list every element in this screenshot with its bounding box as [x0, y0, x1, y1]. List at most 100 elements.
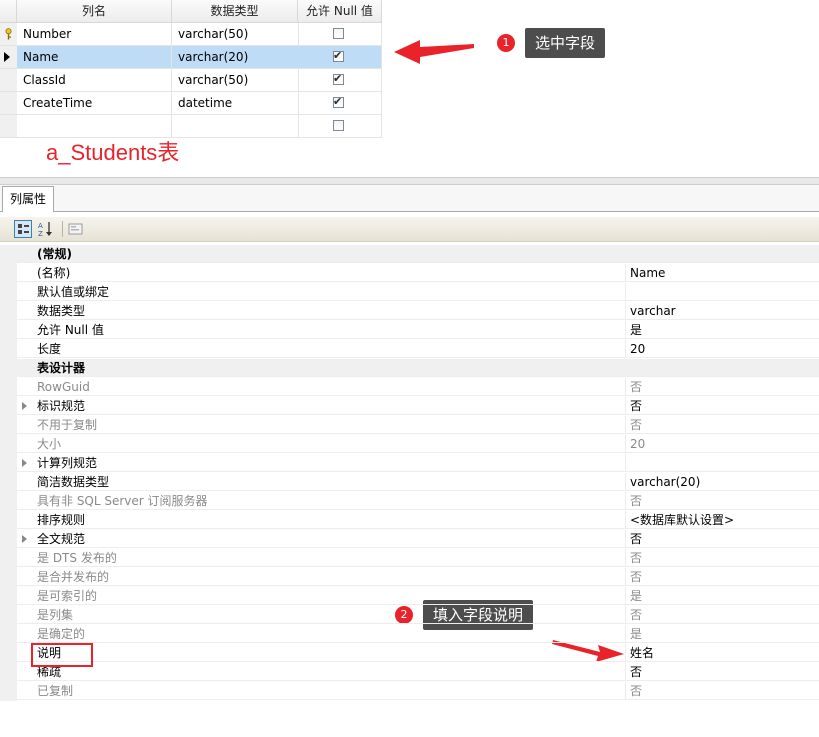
property-value[interactable]: <数据库默认设置> [626, 511, 819, 529]
property-name: 默认值或绑定 [17, 283, 626, 301]
property-gutter [0, 321, 17, 340]
property-value [626, 359, 819, 377]
property-gutter [0, 397, 17, 416]
property-gutter [0, 511, 17, 530]
property-name: 已复制 [17, 682, 626, 700]
property-gutter [0, 359, 17, 378]
property-row[interactable]: 具有非 SQL Server 订阅服务器否 [0, 492, 819, 511]
property-row[interactable]: RowGuid 否 [0, 378, 819, 397]
property-row[interactable]: 稀疏否 [0, 663, 819, 682]
property-value[interactable]: 是 [626, 321, 819, 339]
property-value[interactable]: 是 [626, 587, 819, 605]
property-name: RowGuid [17, 378, 626, 396]
properties-toolbar: A Z [0, 217, 819, 242]
property-name: 是确定的 [17, 625, 626, 643]
toolbar-separator [62, 221, 63, 237]
property-row[interactable]: (名称) Name [0, 264, 819, 283]
property-row[interactable]: 数据类型 varchar [0, 302, 819, 321]
step-1-callout: 选中字段 [525, 28, 606, 58]
property-value[interactable]: 否 [626, 549, 819, 567]
step-1-badge: 1 [497, 34, 515, 52]
property-row[interactable]: 已复制否 [0, 682, 819, 701]
property-name: 是可索引的 [17, 587, 626, 605]
property-name: 表设计器 [17, 359, 626, 377]
property-value[interactable]: varchar(20) [626, 473, 819, 491]
property-row[interactable]: 大小 20 [0, 435, 819, 454]
property-row[interactable]: 是列集否 [0, 606, 819, 625]
property-row[interactable]: 是确定的是 [0, 625, 819, 644]
property-name: (名称) [17, 264, 626, 282]
property-name: 不用于复制 [17, 416, 626, 434]
property-value[interactable]: 姓名 [626, 644, 819, 662]
property-name: 排序规则 [17, 511, 626, 529]
property-category[interactable]: 表设计器 [0, 359, 819, 378]
property-gutter [0, 435, 17, 454]
property-value[interactable]: 否 [626, 530, 819, 548]
property-row[interactable]: 简洁数据类型 varchar(20) [0, 473, 819, 492]
property-gutter [0, 416, 17, 435]
property-value[interactable]: Name [626, 264, 819, 282]
property-name: 简洁数据类型 [17, 473, 626, 491]
tab-column-properties[interactable]: 列属性 [2, 186, 54, 212]
property-value[interactable]: 是 [626, 625, 819, 643]
property-name: 全文规范 [17, 530, 626, 548]
alphabetical-sort-icon[interactable]: A Z [37, 220, 55, 238]
property-row[interactable]: 是合并发布的否 [0, 568, 819, 587]
property-row[interactable]: 允许 Null 值是 [0, 321, 819, 340]
property-row[interactable]: 默认值或绑定 [0, 283, 819, 302]
property-value[interactable]: 否 [626, 663, 819, 681]
svg-text:A: A [38, 222, 43, 230]
property-name: 允许 Null 值 [17, 321, 626, 339]
description-highlight-box [31, 643, 93, 667]
property-row[interactable]: 全文规范否 [0, 530, 819, 549]
svg-text:Z: Z [38, 230, 43, 238]
property-gutter [0, 283, 17, 302]
property-gutter [0, 625, 17, 644]
categorized-icon[interactable] [14, 220, 32, 238]
property-name: 大小 [17, 435, 626, 453]
property-row[interactable]: 计算列规范 [0, 454, 819, 473]
property-value[interactable]: 20 [626, 340, 819, 358]
property-name: 计算列规范 [17, 454, 626, 472]
property-value [626, 245, 819, 263]
property-gutter [0, 473, 17, 492]
panel-splitter[interactable] [0, 177, 819, 185]
property-name: 是列集 [17, 606, 626, 624]
property-value[interactable]: 否 [626, 606, 819, 624]
property-value[interactable]: 否 [626, 568, 819, 586]
property-gutter [0, 530, 17, 549]
property-value[interactable] [626, 454, 819, 472]
property-value[interactable]: 20 [626, 435, 819, 453]
column-properties-panel: 列属性 A Z (常规) (名称) Name 默认值或绑定 数据类型 varchar 允许 … [0, 177, 819, 737]
property-row[interactable]: 长度 20 [0, 340, 819, 359]
property-gutter [0, 454, 17, 473]
property-value[interactable]: 否 [626, 416, 819, 434]
property-value[interactable]: varchar [626, 302, 819, 320]
property-value[interactable]: 否 [626, 397, 819, 415]
property-name: (常规) [17, 245, 626, 263]
property-gutter [0, 340, 17, 359]
property-row[interactable]: 说明 姓名 [0, 644, 819, 663]
property-gutter [0, 682, 17, 701]
property-gutter [0, 264, 17, 283]
property-value[interactable] [626, 283, 819, 301]
property-name: 稀疏 [17, 663, 626, 681]
property-value[interactable]: 否 [626, 682, 819, 700]
property-gutter [0, 245, 17, 264]
property-row[interactable]: 不用于复制否 [0, 416, 819, 435]
property-value[interactable]: 否 [626, 492, 819, 510]
property-gutter [0, 492, 17, 511]
property-row[interactable]: 是可索引的是 [0, 587, 819, 606]
property-name: 长度 [17, 340, 626, 358]
property-value[interactable]: 否 [626, 378, 819, 396]
property-row[interactable]: 是 DTS 发布的否 [0, 549, 819, 568]
annotation-arrow-1 [394, 40, 474, 64]
property-name: 具有非 SQL Server 订阅服务器 [17, 492, 626, 510]
property-pages-icon[interactable] [67, 220, 85, 238]
property-category[interactable]: (常规) [0, 245, 819, 264]
property-row[interactable]: 标识规范否 [0, 397, 819, 416]
property-name: 说明 [17, 644, 626, 662]
property-row[interactable]: 排序规则 <数据库默认设置> [0, 511, 819, 530]
property-gutter [0, 606, 17, 625]
property-gutter [0, 663, 17, 682]
